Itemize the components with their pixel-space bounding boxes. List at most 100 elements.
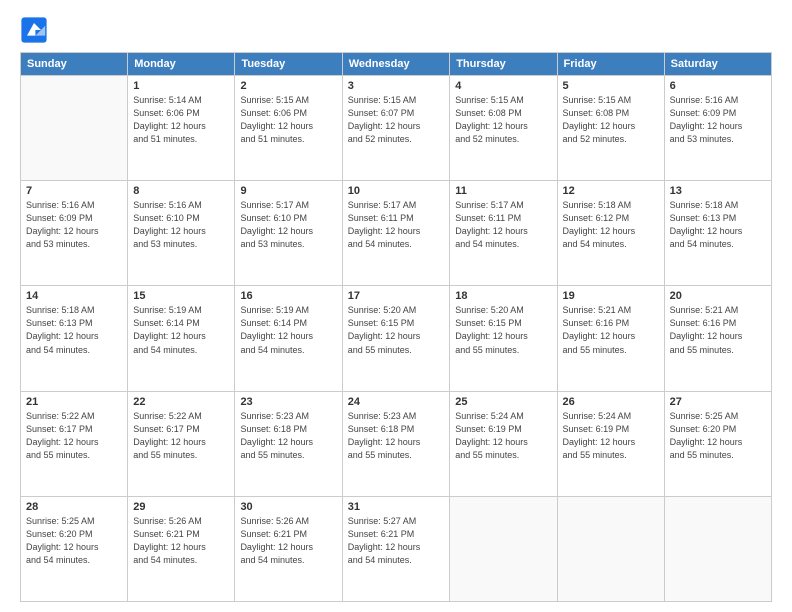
calendar-cell: 8 Sunrise: 5:16 AMSunset: 6:10 PMDaylight… bbox=[128, 181, 235, 286]
weekday-header: Saturday bbox=[664, 53, 771, 76]
calendar-cell bbox=[557, 496, 664, 601]
calendar-week-row: 14Sunrise: 5:18 AMSunset: 6:13 PMDayligh… bbox=[21, 286, 772, 391]
day-info: Sunrise: 5:26 AMSunset: 6:21 PMDaylight:… bbox=[240, 515, 336, 567]
weekday-header: Monday bbox=[128, 53, 235, 76]
calendar-cell: 25Sunrise: 5:24 AMSunset: 6:19 PMDayligh… bbox=[450, 391, 557, 496]
page: SundayMondayTuesdayWednesdayThursdayFrid… bbox=[0, 0, 792, 612]
day-info: Sunrise: 5:25 AMSunset: 6:20 PMDaylight:… bbox=[670, 410, 766, 462]
weekday-header: Tuesday bbox=[235, 53, 342, 76]
day-info: Sunrise: 5:16 AMSunset: 6:09 PMDaylight:… bbox=[670, 94, 766, 146]
calendar-cell: 3 Sunrise: 5:15 AMSunset: 6:07 PMDaylight… bbox=[342, 76, 450, 181]
day-info: Sunrise: 5:16 AMSunset: 6:10 PMDaylight:… bbox=[133, 199, 229, 251]
calendar-cell: 17 Sunrise: 5:20 AMSunset: 6:15 PMDayligh… bbox=[342, 286, 450, 391]
day-info: Sunrise: 5:24 AMSunset: 6:19 PMDaylight:… bbox=[563, 410, 659, 462]
weekday-header: Friday bbox=[557, 53, 664, 76]
day-number: 14 bbox=[26, 290, 122, 302]
day-number: 25 bbox=[455, 396, 551, 408]
calendar-cell: 10Sunrise: 5:17 AMSunset: 6:11 PMDayligh… bbox=[342, 181, 450, 286]
calendar-cell bbox=[21, 76, 128, 181]
calendar-cell: 24Sunrise: 5:23 AMSunset: 6:18 PMDayligh… bbox=[342, 391, 450, 496]
day-number: 5 bbox=[563, 80, 659, 92]
day-info: Sunrise: 5:15 AMSunset: 6:06 PMDaylight:… bbox=[240, 94, 336, 146]
day-info: Sunrise: 5:27 AMSunset: 6:21 PMDaylight:… bbox=[348, 515, 445, 567]
day-info: Sunrise: 5:15 AMSunset: 6:07 PMDaylight:… bbox=[348, 94, 445, 146]
weekday-header: Thursday bbox=[450, 53, 557, 76]
calendar-week-row: 28Sunrise: 5:25 AMSunset: 6:20 PMDayligh… bbox=[21, 496, 772, 601]
calendar-cell bbox=[450, 496, 557, 601]
day-number: 6 bbox=[670, 80, 766, 92]
logo-icon bbox=[20, 16, 48, 44]
calendar-cell: 26 Sunrise: 5:24 AMSunset: 6:19 PMDayligh… bbox=[557, 391, 664, 496]
calendar-cell: 23Sunrise: 5:23 AMSunset: 6:18 PMDayligh… bbox=[235, 391, 342, 496]
day-number: 21 bbox=[26, 396, 122, 408]
day-info: Sunrise: 5:17 AMSunset: 6:10 PMDaylight:… bbox=[240, 199, 336, 251]
calendar-cell: 6 Sunrise: 5:16 AMSunset: 6:09 PMDaylight… bbox=[664, 76, 771, 181]
calendar-cell: 11 Sunrise: 5:17 AMSunset: 6:11 PMDayligh… bbox=[450, 181, 557, 286]
calendar-cell: 4 Sunrise: 5:15 AMSunset: 6:08 PMDaylight… bbox=[450, 76, 557, 181]
calendar-cell: 5 Sunrise: 5:15 AMSunset: 6:08 PMDaylight… bbox=[557, 76, 664, 181]
day-number: 10 bbox=[348, 185, 445, 197]
calendar-cell: 19 Sunrise: 5:21 AMSunset: 6:16 PMDayligh… bbox=[557, 286, 664, 391]
calendar-cell: 21 Sunrise: 5:22 AMSunset: 6:17 PMDayligh… bbox=[21, 391, 128, 496]
day-number: 18 bbox=[455, 290, 551, 302]
calendar-cell: 29 Sunrise: 5:26 AMSunset: 6:21 PMDayligh… bbox=[128, 496, 235, 601]
day-number: 31 bbox=[348, 501, 445, 513]
day-info: Sunrise: 5:21 AMSunset: 6:16 PMDaylight:… bbox=[670, 304, 766, 356]
calendar-cell bbox=[664, 496, 771, 601]
day-number: 12 bbox=[563, 185, 659, 197]
day-info: Sunrise: 5:15 AMSunset: 6:08 PMDaylight:… bbox=[455, 94, 551, 146]
day-number: 7 bbox=[26, 185, 122, 197]
weekday-header-row: SundayMondayTuesdayWednesdayThursdayFrid… bbox=[21, 53, 772, 76]
calendar-cell: 16 Sunrise: 5:19 AMSunset: 6:14 PMDayligh… bbox=[235, 286, 342, 391]
day-info: Sunrise: 5:15 AMSunset: 6:08 PMDaylight:… bbox=[563, 94, 659, 146]
day-number: 27 bbox=[670, 396, 766, 408]
calendar-cell: 1Sunrise: 5:14 AMSunset: 6:06 PMDaylight… bbox=[128, 76, 235, 181]
logo bbox=[20, 16, 50, 44]
calendar-cell: 12 Sunrise: 5:18 AMSunset: 6:12 PMDayligh… bbox=[557, 181, 664, 286]
day-number: 26 bbox=[563, 396, 659, 408]
day-number: 28 bbox=[26, 501, 122, 513]
day-info: Sunrise: 5:20 AMSunset: 6:15 PMDaylight:… bbox=[455, 304, 551, 356]
day-number: 3 bbox=[348, 80, 445, 92]
calendar-cell: 9 Sunrise: 5:17 AMSunset: 6:10 PMDaylight… bbox=[235, 181, 342, 286]
day-number: 19 bbox=[563, 290, 659, 302]
day-info: Sunrise: 5:17 AMSunset: 6:11 PMDaylight:… bbox=[455, 199, 551, 251]
day-number: 22 bbox=[133, 396, 229, 408]
day-info: Sunrise: 5:19 AMSunset: 6:14 PMDaylight:… bbox=[240, 304, 336, 356]
calendar-cell: 7 Sunrise: 5:16 AMSunset: 6:09 PMDaylight… bbox=[21, 181, 128, 286]
day-info: Sunrise: 5:18 AMSunset: 6:13 PMDaylight:… bbox=[670, 199, 766, 251]
calendar-cell: 22 Sunrise: 5:22 AMSunset: 6:17 PMDayligh… bbox=[128, 391, 235, 496]
day-info: Sunrise: 5:14 AMSunset: 6:06 PMDaylight:… bbox=[133, 94, 229, 146]
weekday-header: Wednesday bbox=[342, 53, 450, 76]
day-number: 20 bbox=[670, 290, 766, 302]
day-info: Sunrise: 5:26 AMSunset: 6:21 PMDaylight:… bbox=[133, 515, 229, 567]
day-info: Sunrise: 5:22 AMSunset: 6:17 PMDaylight:… bbox=[26, 410, 122, 462]
calendar-table: SundayMondayTuesdayWednesdayThursdayFrid… bbox=[20, 52, 772, 602]
day-info: Sunrise: 5:16 AMSunset: 6:09 PMDaylight:… bbox=[26, 199, 122, 251]
day-number: 9 bbox=[240, 185, 336, 197]
day-info: Sunrise: 5:20 AMSunset: 6:15 PMDaylight:… bbox=[348, 304, 445, 356]
day-number: 13 bbox=[670, 185, 766, 197]
day-number: 30 bbox=[240, 501, 336, 513]
header bbox=[20, 16, 772, 44]
day-number: 8 bbox=[133, 185, 229, 197]
day-number: 17 bbox=[348, 290, 445, 302]
day-info: Sunrise: 5:22 AMSunset: 6:17 PMDaylight:… bbox=[133, 410, 229, 462]
day-number: 2 bbox=[240, 80, 336, 92]
day-info: Sunrise: 5:21 AMSunset: 6:16 PMDaylight:… bbox=[563, 304, 659, 356]
day-info: Sunrise: 5:19 AMSunset: 6:14 PMDaylight:… bbox=[133, 304, 229, 356]
day-number: 16 bbox=[240, 290, 336, 302]
calendar-cell: 28Sunrise: 5:25 AMSunset: 6:20 PMDayligh… bbox=[21, 496, 128, 601]
day-number: 15 bbox=[133, 290, 229, 302]
calendar-cell: 2 Sunrise: 5:15 AMSunset: 6:06 PMDaylight… bbox=[235, 76, 342, 181]
day-number: 4 bbox=[455, 80, 551, 92]
day-info: Sunrise: 5:23 AMSunset: 6:18 PMDaylight:… bbox=[348, 410, 445, 462]
calendar-cell: 27 Sunrise: 5:25 AMSunset: 6:20 PMDayligh… bbox=[664, 391, 771, 496]
weekday-header: Sunday bbox=[21, 53, 128, 76]
calendar-cell: 15 Sunrise: 5:19 AMSunset: 6:14 PMDayligh… bbox=[128, 286, 235, 391]
day-number: 29 bbox=[133, 501, 229, 513]
calendar-cell: 14Sunrise: 5:18 AMSunset: 6:13 PMDayligh… bbox=[21, 286, 128, 391]
day-info: Sunrise: 5:23 AMSunset: 6:18 PMDaylight:… bbox=[240, 410, 336, 462]
day-info: Sunrise: 5:18 AMSunset: 6:12 PMDaylight:… bbox=[563, 199, 659, 251]
day-number: 11 bbox=[455, 185, 551, 197]
